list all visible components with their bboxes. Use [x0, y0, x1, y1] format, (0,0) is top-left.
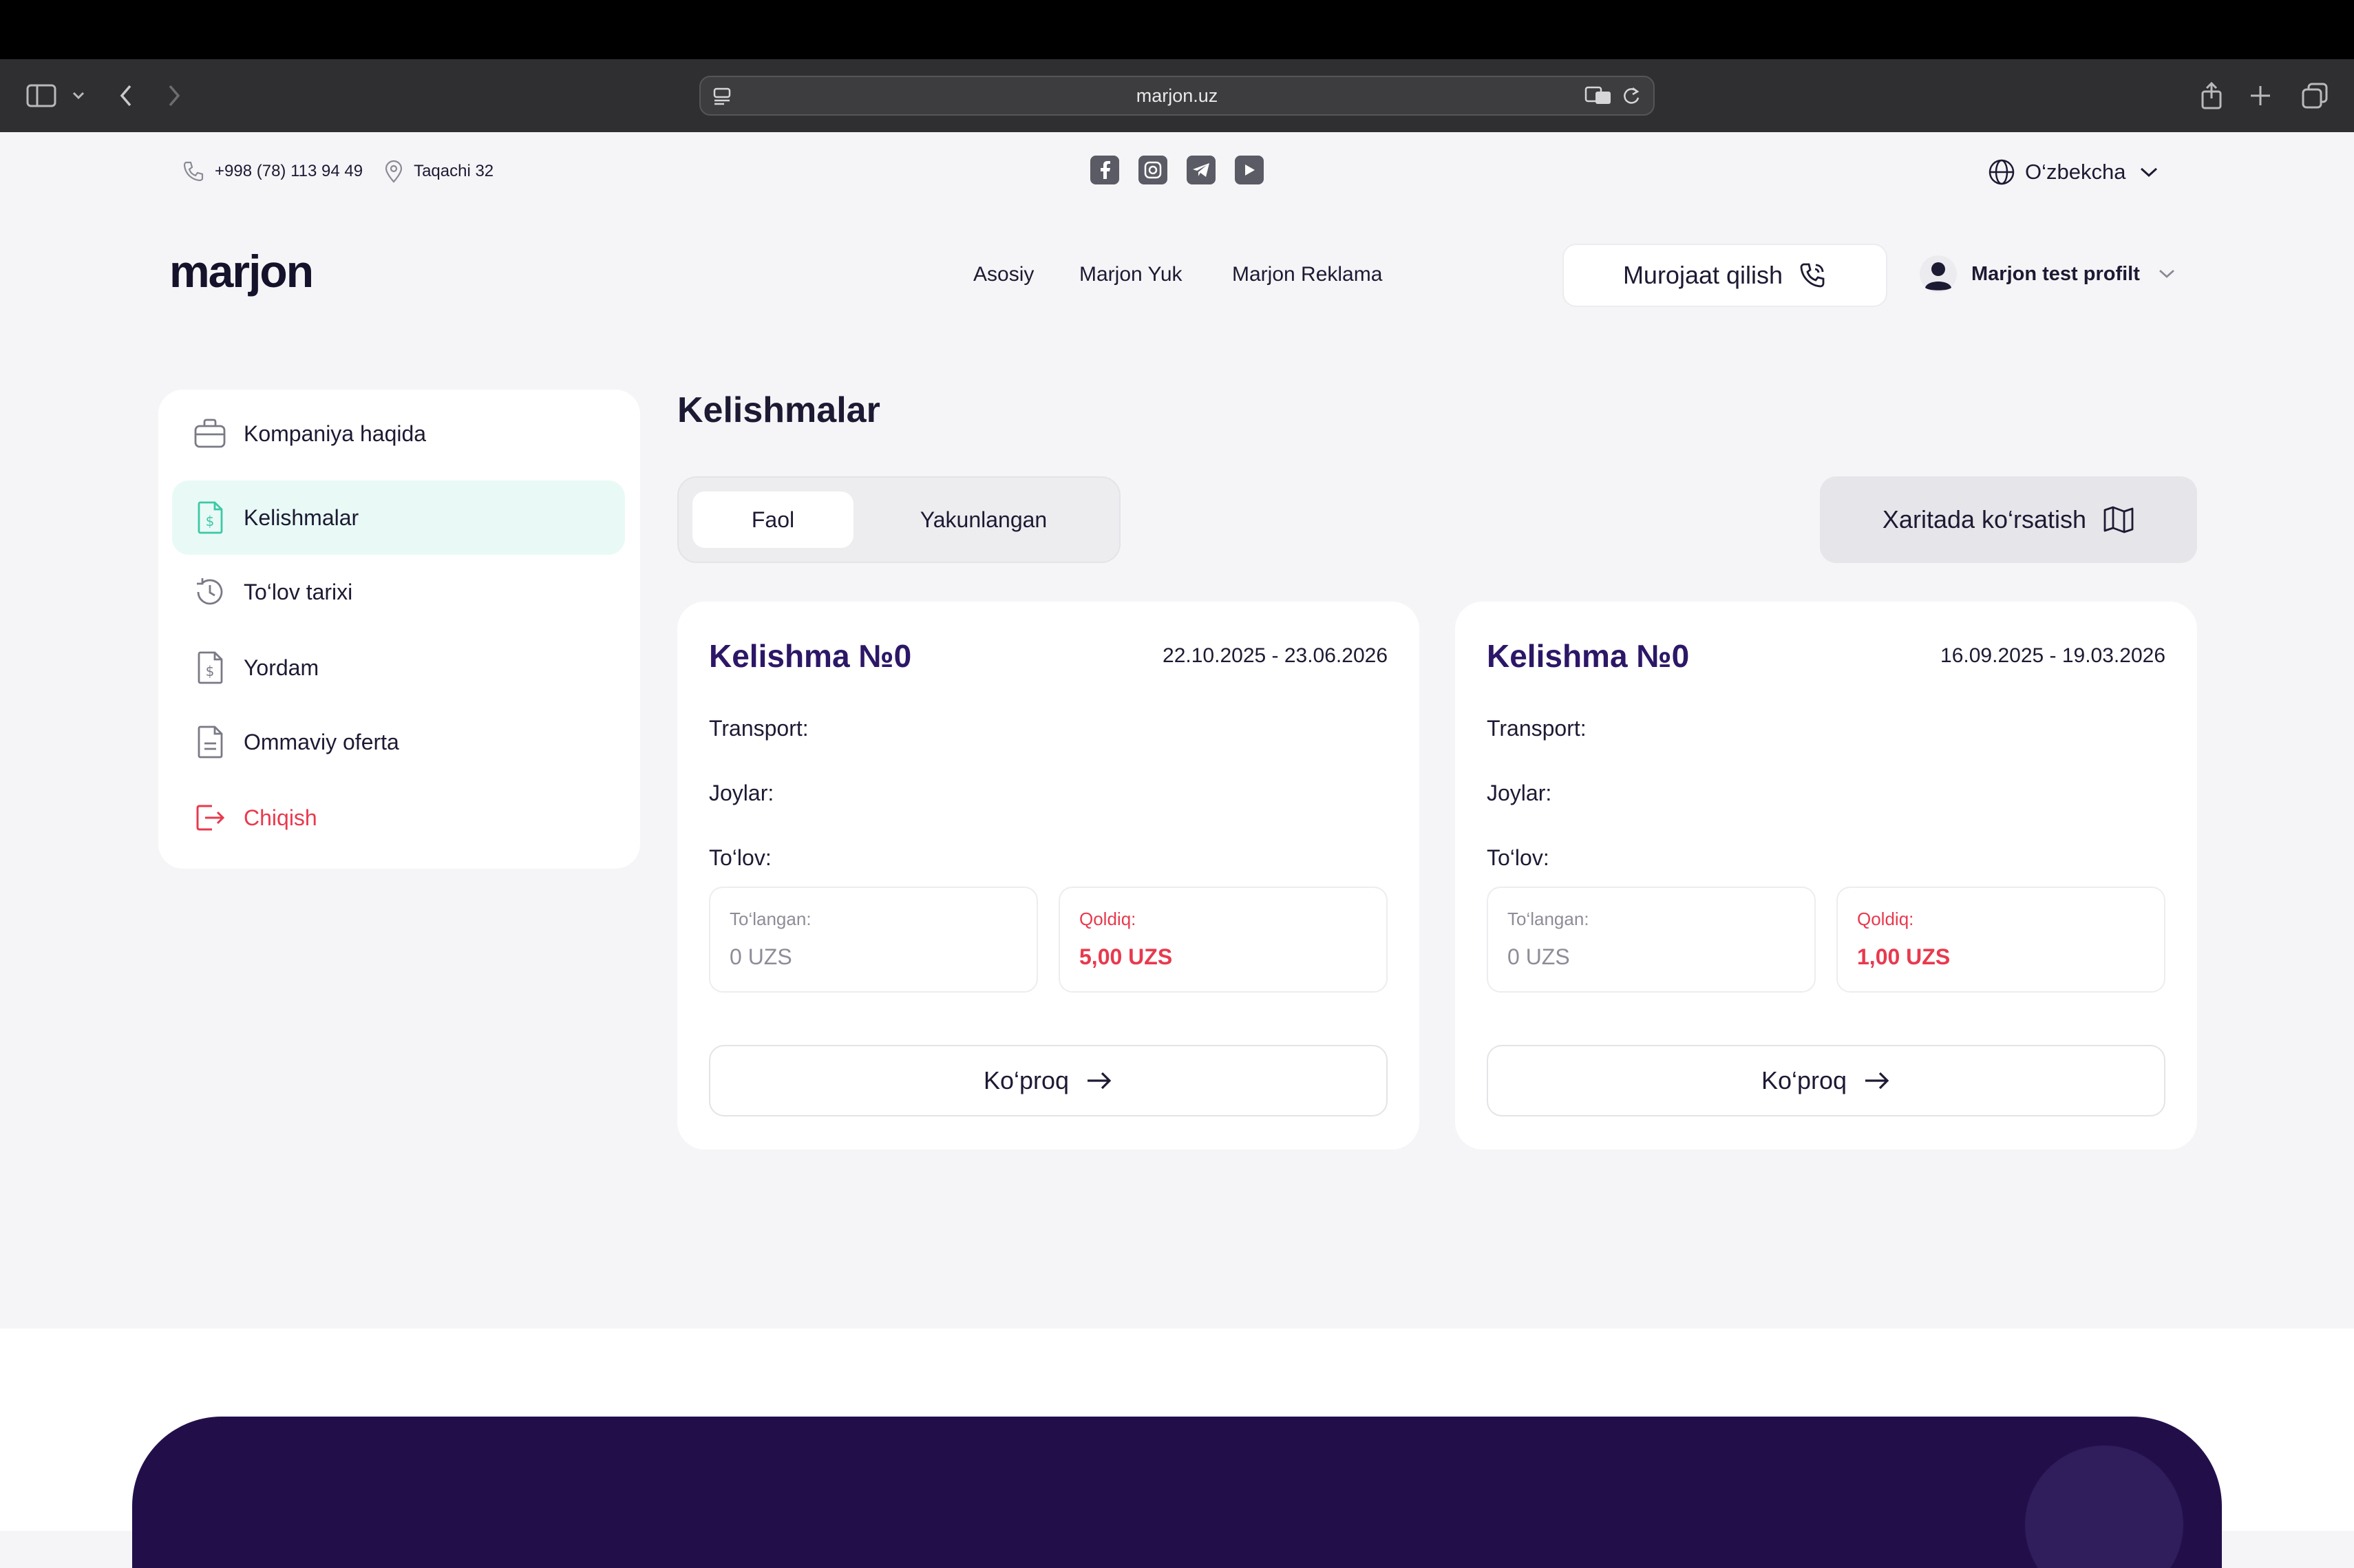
- document-dollar-icon: $: [193, 650, 227, 685]
- youtube-icon[interactable]: [1235, 156, 1264, 184]
- chevron-down-icon: [2158, 268, 2176, 279]
- document-dollar-icon: $: [193, 500, 227, 535]
- show-on-map-label: Xaritada ko‘rsatish: [1882, 505, 2087, 533]
- reload-icon[interactable]: [1622, 85, 1641, 106]
- sidebar-item-help[interactable]: $ Yordam: [172, 631, 625, 705]
- forward-icon[interactable]: [167, 59, 182, 132]
- tab-active[interactable]: Faol: [692, 491, 853, 548]
- share-icon[interactable]: [2200, 59, 2223, 132]
- sidebar-item-logout[interactable]: Chiqish: [172, 781, 625, 855]
- facebook-icon[interactable]: [1090, 156, 1119, 184]
- browser-toolbar: marjon.uz: [0, 59, 2354, 132]
- avatar: [1919, 255, 1958, 293]
- logout-icon: [193, 801, 227, 835]
- agreement-title: Kelishma №0: [1487, 638, 1690, 674]
- address-bar[interactable]: marjon.uz: [699, 76, 1655, 116]
- contact-button-label: Murojaat qilish: [1622, 261, 1783, 289]
- svg-text:$: $: [206, 663, 215, 679]
- briefcase-icon: [193, 418, 227, 449]
- paid-amount-box: To‘langan: 0 UZS: [1487, 887, 1816, 993]
- contact-button[interactable]: Murojaat qilish: [1562, 244, 1887, 307]
- nav-marjon-yuk[interactable]: Marjon Yuk: [1079, 263, 1183, 286]
- status-tabs: Faol Yakunlangan: [677, 476, 1121, 563]
- marjon-logo[interactable]: marjon: [169, 245, 314, 297]
- remaining-value: 5,00 UZS: [1079, 944, 1173, 969]
- new-tab-icon[interactable]: [2249, 59, 2271, 132]
- page-title: Kelishmalar: [677, 390, 880, 430]
- profile-name: Marjon test profilt: [1971, 262, 2140, 285]
- phone-icon: [182, 160, 205, 183]
- remaining-amount-box: Qoldiq: 5,00 UZS: [1059, 887, 1388, 993]
- profile-menu[interactable]: Marjon test profilt: [1919, 255, 2176, 293]
- transport-label: Transport:: [1487, 716, 1587, 741]
- nav-asosiy[interactable]: Asosiy: [973, 263, 1034, 286]
- address-text: Taqachi 32: [414, 162, 494, 180]
- sidebar-item-agreements[interactable]: $ Kelishmalar: [172, 480, 625, 555]
- paid-label: To‘langan:: [730, 909, 812, 929]
- agreement-card: Kelishma №0 16.09.2025 - 19.03.2026 Tran…: [1455, 602, 2197, 1149]
- more-button[interactable]: Ko‘proq: [709, 1045, 1388, 1116]
- agreement-title: Kelishma №0: [709, 638, 912, 674]
- paid-value: 0 UZS: [1507, 944, 1570, 969]
- chevron-down-icon: [2139, 166, 2159, 178]
- sidebar-item-label: Ommaviy oferta: [244, 729, 399, 754]
- sidebar-item-public-offer[interactable]: Ommaviy oferta: [172, 705, 625, 779]
- contact-info: +998 (78) 113 94 49 Taqachi 32: [182, 160, 494, 183]
- remaining-label: Qoldiq:: [1079, 909, 1136, 929]
- agreement-card: Kelishma №0 22.10.2025 - 23.06.2026 Tran…: [677, 602, 1419, 1149]
- remaining-label: Qoldiq:: [1857, 909, 1914, 929]
- phone-number[interactable]: +998 (78) 113 94 49: [215, 162, 363, 181]
- sidebar-item-label: Yordam: [244, 655, 319, 680]
- remaining-value: 1,00 UZS: [1857, 944, 1951, 969]
- document-icon: [193, 725, 227, 759]
- language-selector[interactable]: O‘zbekcha: [1988, 158, 2159, 186]
- tab-overview-icon[interactable]: [2302, 59, 2328, 132]
- show-on-map-button[interactable]: Xaritada ko‘rsatish: [1820, 476, 2197, 563]
- sidebar-item-label: To‘lov tarixi: [244, 579, 353, 604]
- arrow-right-icon: [1863, 1070, 1891, 1092]
- language-label: O‘zbekcha: [2025, 160, 2126, 184]
- instagram-icon[interactable]: [1138, 156, 1167, 184]
- social-links: [1090, 156, 1264, 184]
- sidebar: Kompaniya haqida $ Kelishmalar To‘lov ta…: [158, 390, 640, 869]
- places-label: Joylar:: [1487, 781, 1552, 805]
- telegram-icon[interactable]: [1187, 156, 1216, 184]
- agreement-dates: 22.10.2025 - 23.06.2026: [1163, 644, 1388, 667]
- chevron-down-icon[interactable]: [72, 59, 85, 132]
- more-button-label: Ko‘proq: [1761, 1066, 1847, 1094]
- more-button-label: Ko‘proq: [983, 1066, 1070, 1094]
- svg-text:$: $: [206, 513, 215, 529]
- sidebar-item-company[interactable]: Kompaniya haqida: [172, 396, 625, 471]
- system-menu-bar: [0, 0, 2354, 59]
- translate-icon[interactable]: [1584, 85, 1612, 106]
- remaining-amount-box: Qoldiq: 1,00 UZS: [1836, 887, 2165, 993]
- nav-marjon-reklama[interactable]: Marjon Reklama: [1232, 263, 1382, 286]
- more-button[interactable]: Ko‘proq: [1487, 1045, 2165, 1116]
- history-icon: [193, 575, 227, 609]
- map-icon: [2103, 505, 2134, 534]
- sidebar-toggle-icon[interactable]: [26, 59, 56, 132]
- tab-completed[interactable]: Yakunlangan: [859, 491, 1108, 548]
- paid-label: To‘langan:: [1507, 909, 1589, 929]
- sidebar-item-label: Kelishmalar: [244, 505, 359, 530]
- payment-label: To‘lov:: [1487, 845, 1549, 870]
- transport-label: Transport:: [709, 716, 809, 741]
- arrow-right-icon: [1085, 1070, 1113, 1092]
- page-menu-icon[interactable]: [712, 85, 732, 106]
- phone-call-icon: [1798, 261, 1827, 290]
- sidebar-item-label: Chiqish: [244, 805, 317, 830]
- payment-label: To‘lov:: [709, 845, 772, 870]
- back-icon[interactable]: [118, 59, 134, 132]
- sidebar-item-payment-history[interactable]: To‘lov tarixi: [172, 555, 625, 629]
- footer-block: [132, 1417, 2222, 1568]
- url-text: marjon.uz: [1136, 85, 1218, 106]
- places-label: Joylar:: [709, 781, 774, 805]
- sidebar-item-label: Kompaniya haqida: [244, 421, 427, 446]
- location-icon: [383, 160, 404, 183]
- globe-icon: [1988, 158, 2015, 186]
- footer-decoration: [2025, 1445, 2183, 1568]
- agreement-dates: 16.09.2025 - 19.03.2026: [1940, 644, 2165, 667]
- paid-amount-box: To‘langan: 0 UZS: [709, 887, 1038, 993]
- paid-value: 0 UZS: [730, 944, 792, 969]
